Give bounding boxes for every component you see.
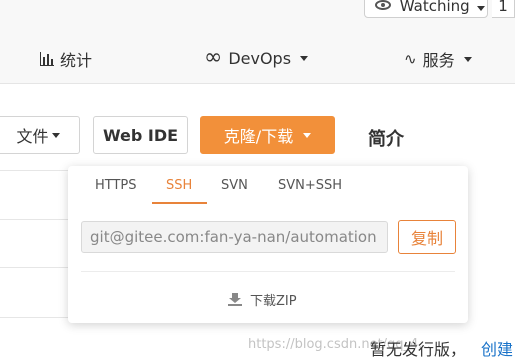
eye-icon — [375, 0, 391, 10]
divider — [81, 271, 455, 272]
list-divider — [0, 219, 70, 220]
watch-button[interactable]: Watching — [364, 0, 488, 18]
active-tab-indicator — [152, 202, 207, 204]
tab-svn[interactable]: SVN — [221, 178, 248, 193]
download-label: 下载ZIP — [250, 294, 297, 309]
tab-https[interactable]: HTTPS — [95, 178, 137, 193]
chevron-down-icon — [300, 55, 309, 61]
nav-devops[interactable]: ∞ DevOps — [204, 45, 309, 70]
file-dropdown-button[interactable]: 文件 — [0, 116, 80, 154]
web-ide-label: Web IDE — [102, 125, 179, 145]
nav-stats-label: 统计 — [60, 51, 93, 70]
nav-service-label: 服务 — [422, 51, 455, 70]
watch-count[interactable]: 1 — [492, 0, 515, 18]
no-release-text: 暂无发行版， — [370, 340, 467, 359]
list-divider — [0, 317, 70, 318]
file-list-background — [0, 170, 70, 363]
chevron-down-icon — [51, 132, 60, 138]
repo-nav-bar: Watching 1 统计 ∞ DevOps ∿ 服务 — [0, 0, 515, 84]
protocol-tabs: HTTPS SSH SVN SVN+SSH — [68, 166, 468, 206]
tab-svn-ssh[interactable]: SVN+SSH — [278, 178, 342, 193]
chevron-down-icon — [303, 132, 312, 138]
download-icon — [228, 293, 242, 306]
chevron-down-icon — [477, 6, 486, 11]
intro-heading: 简介 — [368, 129, 404, 150]
file-label: 文件 — [16, 127, 49, 146]
tab-ssh[interactable]: SSH — [166, 178, 192, 193]
chevron-down-icon — [463, 56, 472, 62]
clone-url-input[interactable] — [81, 221, 388, 253]
clone-dropdown-panel: HTTPS SSH SVN SVN+SSH 复制 下载ZIP — [68, 166, 468, 323]
pulse-icon: ∿ — [404, 50, 417, 68]
watch-label: Watching — [399, 0, 470, 15]
nav-service[interactable]: ∿ 服务 — [404, 47, 472, 71]
copy-button[interactable]: 复制 — [398, 220, 456, 254]
download-zip-link[interactable]: 下载ZIP — [228, 290, 297, 309]
bar-chart-icon — [40, 52, 54, 66]
clone-label: 克隆/下载 — [223, 127, 294, 146]
clone-download-button[interactable]: 克隆/下载 — [200, 116, 335, 154]
nav-stats[interactable]: 统计 — [40, 47, 92, 71]
list-divider — [0, 267, 70, 268]
create-release-link[interactable]: 创建 — [481, 336, 513, 360]
infinity-icon: ∞ — [204, 45, 223, 70]
nav-devops-label: DevOps — [228, 48, 292, 68]
web-ide-button[interactable]: Web IDE — [93, 116, 188, 154]
